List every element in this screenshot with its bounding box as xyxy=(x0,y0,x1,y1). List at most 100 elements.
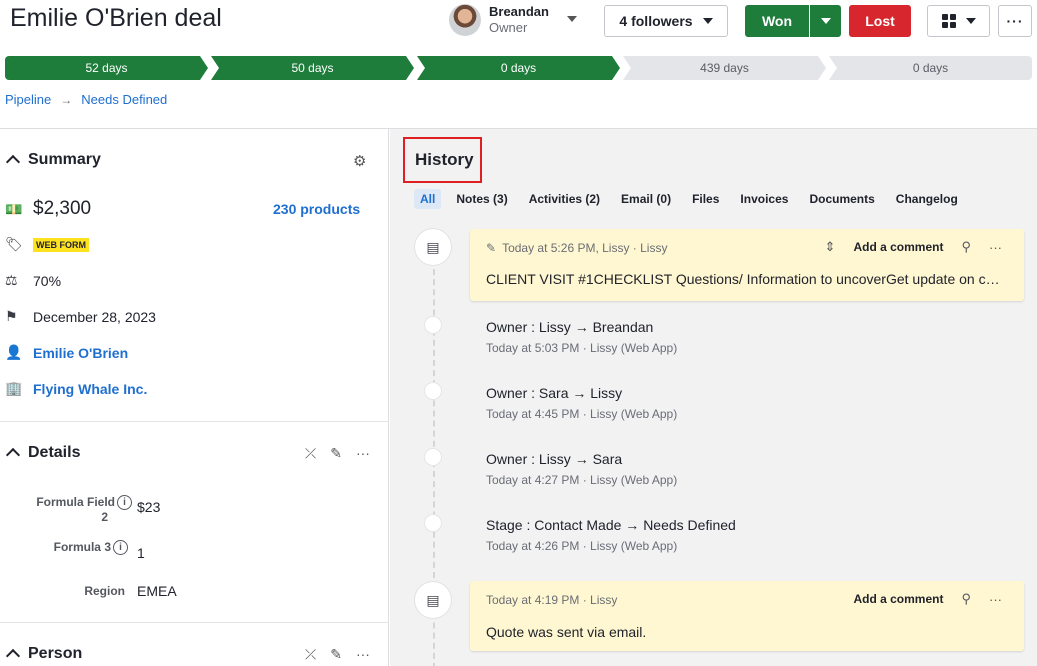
change-meta: Today at 5:03 PM · Lissy (Web App) xyxy=(486,341,678,355)
tab-documents[interactable]: Documents xyxy=(803,189,880,209)
view-switcher-button[interactable] xyxy=(927,5,990,37)
pencil-icon[interactable]: ✎ xyxy=(330,646,342,663)
note-meta: Today at 4:19 PM · Lissy xyxy=(486,593,617,607)
deal-value[interactable]: $2,300 xyxy=(33,198,91,220)
note-meta-text: Today at 4:19 PM · Lissy xyxy=(486,593,618,607)
tab-activities[interactable]: Activities (2) xyxy=(523,189,606,209)
organization-link[interactable]: Flying Whale Inc. xyxy=(33,381,147,397)
owner-avatar xyxy=(449,4,481,36)
change-meta: Today at 4:26 PM · Lissy (Web App) xyxy=(486,539,678,553)
chevron-up-icon[interactable] xyxy=(5,447,21,463)
history-title: History xyxy=(403,137,482,183)
person-tools: ⤫ ✎ ··· xyxy=(305,646,370,663)
stage-3[interactable]: 0 days xyxy=(417,56,620,80)
tab-files[interactable]: Files xyxy=(686,189,725,209)
tab-notes[interactable]: Notes (3) xyxy=(450,189,513,209)
note-body: CLIENT VISIT #1CHECKLIST Questions/ Info… xyxy=(486,271,1006,287)
more-icon[interactable]: ··· xyxy=(989,592,1002,607)
deal-title: Emilie O'Brien deal xyxy=(10,4,222,32)
note-card[interactable]: ✎ Today at 5:26 PM, Lissy · Lissy ⇕ Add … xyxy=(470,229,1024,301)
person-link[interactable]: Emilie O'Brien xyxy=(33,345,128,361)
stage-1[interactable]: 52 days xyxy=(5,56,208,80)
won-dropdown-button[interactable] xyxy=(810,5,841,37)
details-header[interactable]: Details xyxy=(5,444,81,463)
lost-button[interactable]: Lost xyxy=(849,5,911,37)
pencil-icon[interactable]: ✎ xyxy=(330,445,342,462)
probability-value[interactable]: 70% xyxy=(33,273,61,289)
gear-icon[interactable]: ⚙ xyxy=(353,152,366,170)
more-actions-button[interactable]: ··· xyxy=(998,5,1032,37)
formula-3-value[interactable]: 1 xyxy=(137,545,145,561)
unpin-icon[interactable]: ⚲ xyxy=(961,239,971,255)
won-button[interactable]: Won xyxy=(745,5,809,37)
note-card[interactable]: Today at 4:19 PM · Lissy Add a comment ⚲… xyxy=(470,581,1024,651)
more-icon[interactable]: ··· xyxy=(989,240,1002,255)
person-title: Person xyxy=(28,645,83,662)
history-panel: History All Notes (3) Activities (2) Ema… xyxy=(390,129,1037,666)
note-icon: ▤ xyxy=(415,229,451,265)
tab-email[interactable]: Email (0) xyxy=(615,189,677,209)
note-icon: ▤ xyxy=(415,582,451,618)
pin-icon[interactable]: ⚲ xyxy=(961,591,971,607)
region-value[interactable]: EMEA xyxy=(137,583,177,599)
more-icon[interactable]: ··· xyxy=(356,445,370,462)
web-form-tag[interactable]: WEB FORM xyxy=(33,237,89,252)
chevron-down-icon[interactable] xyxy=(567,16,577,22)
info-icon[interactable]: i xyxy=(113,540,128,556)
expand-icon[interactable]: ⇕ xyxy=(825,239,836,255)
change-meta: Today at 4:45 PM · Lissy (Web App) xyxy=(486,407,678,421)
details-tools: ⤫ ✎ ··· xyxy=(305,445,370,462)
breadcrumb: Pipeline → Needs Defined xyxy=(5,92,167,107)
followers-button[interactable]: 4 followers xyxy=(604,5,728,37)
change-meta: Today at 4:27 PM · Lissy (Web App) xyxy=(486,473,678,487)
organization-row: 🏢 Flying Whale Inc. xyxy=(5,380,147,397)
tab-all[interactable]: All xyxy=(414,189,442,209)
tab-invoices[interactable]: Invoices xyxy=(734,189,794,209)
add-comment-button[interactable]: Add a comment xyxy=(853,592,943,606)
note-meta: ✎ Today at 5:26 PM, Lissy · Lissy xyxy=(486,241,667,255)
collapse-icon[interactable]: ⤫ xyxy=(305,445,316,462)
person-icon: 👤 xyxy=(5,344,23,360)
chevron-up-icon[interactable] xyxy=(5,154,21,170)
note-tools: Add a comment ⚲ ··· xyxy=(853,591,1002,607)
arrow-right-icon: → xyxy=(60,92,73,107)
owner-selector[interactable]: Breandan Owner xyxy=(449,4,577,36)
change-item: Owner : Lissy → Breandan Today at 5:03 P… xyxy=(486,319,677,355)
change-item: Owner : Lissy → Sara Today at 4:27 PM · … xyxy=(486,451,677,487)
breadcrumb-pipeline[interactable]: Pipeline xyxy=(5,92,51,107)
field-label-text: Formula Field xyxy=(36,495,115,509)
tab-changelog[interactable]: Changelog xyxy=(890,189,964,209)
breadcrumb-stage[interactable]: Needs Defined xyxy=(81,92,167,107)
change-text: Owner : Sara → Lissy xyxy=(486,385,623,401)
formula-field-2-value[interactable]: $23 xyxy=(137,499,160,515)
region-label: Region xyxy=(84,584,125,598)
more-icon[interactable]: ··· xyxy=(356,646,370,663)
add-comment-button[interactable]: Add a comment xyxy=(853,240,943,254)
sidebar-panel: Summary ⚙ 💵 $2,300 230 products 🏷 WEB FO… xyxy=(0,129,389,666)
collapse-icon[interactable]: ⤫ xyxy=(305,646,316,663)
scale-icon: ⚖ xyxy=(5,272,18,288)
note-meta-text: Today at 5:26 PM, Lissy · Lissy xyxy=(502,241,668,255)
stage-2[interactable]: 50 days xyxy=(211,56,414,80)
close-date-value[interactable]: December 28, 2023 xyxy=(33,309,156,325)
formula-field-2-label: Formula Field i 2 xyxy=(20,495,132,524)
deal-value-row: 💵 $2,300 xyxy=(5,198,91,220)
timeline-dot xyxy=(425,317,441,333)
probability-row: ⚖ 70% xyxy=(5,272,61,289)
note-tools: ⇕ Add a comment ⚲ ··· xyxy=(825,239,1002,255)
stage-4[interactable]: 439 days xyxy=(623,56,826,80)
change-item: Owner : Sara → Lissy Today at 4:45 PM · … xyxy=(486,385,677,421)
products-link[interactable]: 230 products xyxy=(273,201,360,217)
flag-icon: ⚑ xyxy=(5,308,18,324)
summary-header[interactable]: Summary xyxy=(5,151,101,170)
followers-label: 4 followers xyxy=(619,13,693,29)
chevron-down-icon xyxy=(702,18,713,24)
details-title: Details xyxy=(28,444,81,461)
person-header[interactable]: Person xyxy=(5,645,83,664)
pipeline-stages: 52 days 50 days 0 days 439 days 0 days xyxy=(5,56,1032,80)
owner-name: Breandan xyxy=(489,4,549,19)
history-tabs: All Notes (3) Activities (2) Email (0) F… xyxy=(414,189,973,209)
chevron-up-icon[interactable] xyxy=(5,648,21,664)
info-icon[interactable]: i xyxy=(117,495,132,511)
stage-5[interactable]: 0 days xyxy=(829,56,1032,80)
